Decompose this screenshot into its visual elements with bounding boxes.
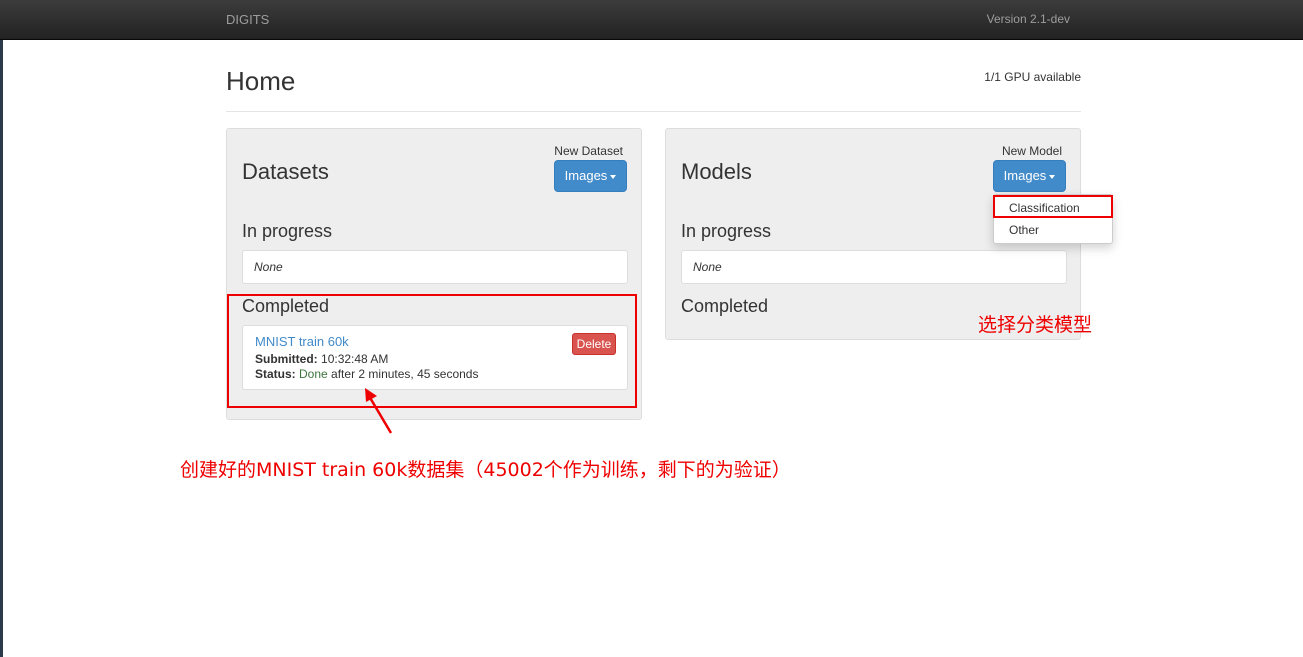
models-completed-heading: Completed	[681, 296, 769, 316]
models-in-progress-heading: In progress	[681, 221, 772, 241]
completed-dataset-highlight-box	[227, 294, 637, 408]
version-label: Version 2.1-dev	[986, 12, 1070, 26]
datasets-title: Datasets	[242, 159, 329, 184]
caret-down-icon	[610, 174, 617, 179]
models-in-progress-list: None	[681, 250, 1067, 284]
gpu-status: 1/1 GPU available	[984, 70, 1081, 84]
left-window-edge	[0, 0, 3, 657]
datasets-in-progress-heading: In progress	[242, 221, 333, 241]
dataset-annotation: 创建好的MNIST train 60k数据集（45002个作为训练，剩下的为验证…	[180, 459, 791, 481]
new-model-button-label: Images	[1003, 168, 1047, 183]
new-model-label: New Model	[1001, 144, 1062, 158]
top-navbar: DIGITS Version 2.1-dev	[0, 0, 1303, 40]
new-dataset-label: New Dataset	[554, 144, 623, 158]
new-dataset-images-button[interactable]: Images	[554, 160, 627, 192]
new-model-images-button[interactable]: Images	[993, 160, 1066, 192]
datasets-in-progress-empty: None	[254, 260, 283, 274]
new-dataset-button-label: Images	[564, 168, 608, 183]
arrow-shaft	[367, 395, 393, 434]
dropdown-item-other[interactable]: Other	[1009, 223, 1039, 237]
caret-down-icon	[1049, 174, 1056, 179]
page-title: Home	[226, 66, 296, 96]
classification-highlight-box	[993, 195, 1113, 218]
models-title: Models	[681, 159, 752, 184]
brand-link[interactable]: DIGITS	[226, 12, 269, 27]
select-model-annotation: 选择分类模型	[978, 314, 1093, 336]
title-divider	[226, 111, 1081, 112]
datasets-in-progress-list: None	[242, 250, 628, 284]
models-in-progress-empty: None	[693, 260, 722, 274]
arrow-icon	[365, 388, 393, 434]
